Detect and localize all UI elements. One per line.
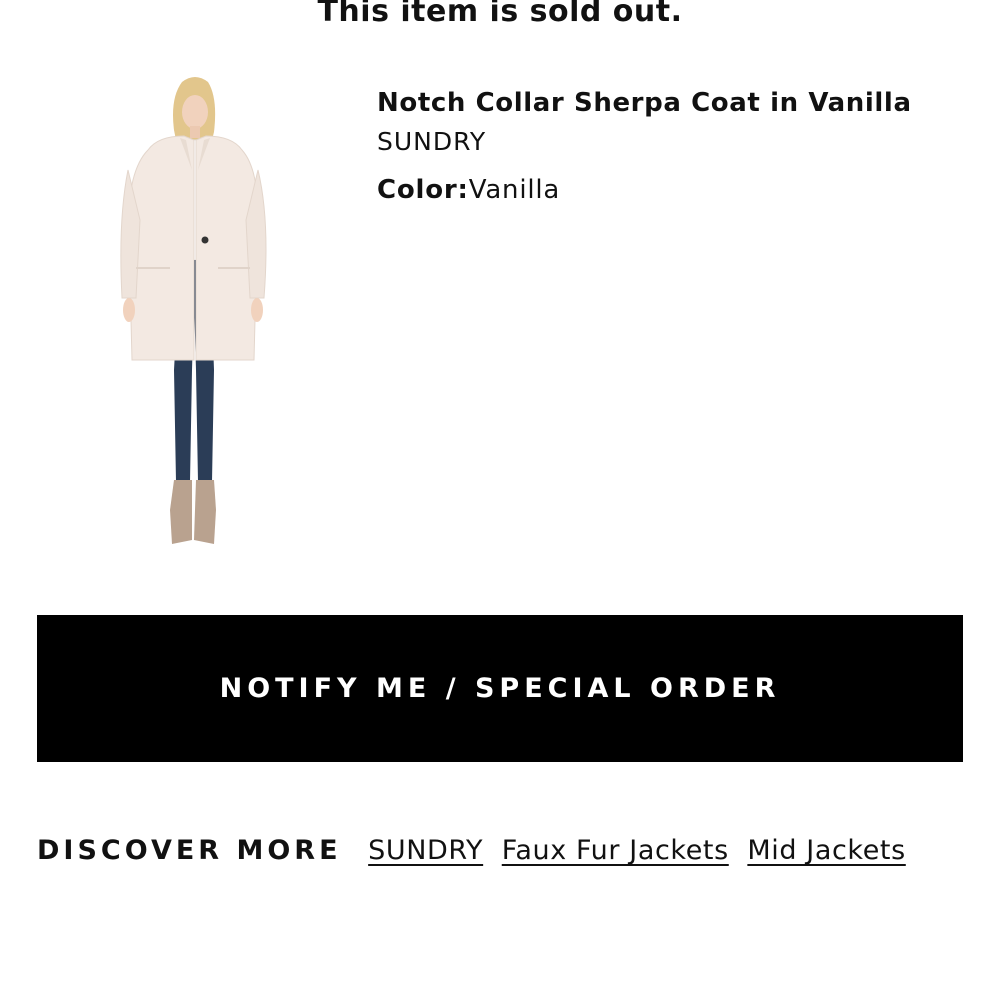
model-illustration [120, 77, 267, 544]
discover-more-label: DISCOVER MORE [37, 835, 342, 866]
color-label: Color: [377, 175, 469, 205]
discover-link-faux-fur-jackets[interactable]: Faux Fur Jackets [502, 835, 729, 866]
product-image[interactable] [100, 70, 280, 565]
discover-more-section: DISCOVER MORE SUNDRY Faux Fur Jackets Mi… [37, 815, 937, 887]
discover-link-sundry[interactable]: SUNDRY [368, 835, 483, 866]
product-brand[interactable]: SUNDRY [377, 122, 977, 162]
sold-out-banner: This item is sold out. [317, 0, 683, 29]
product-info: Notch Collar Sherpa Coat in Vanilla SUND… [377, 84, 977, 212]
product-title: Notch Collar Sherpa Coat in Vanilla [377, 88, 912, 118]
discover-link-mid-jackets[interactable]: Mid Jackets [747, 835, 905, 866]
product-color: Color:Vanilla [377, 168, 977, 212]
notify-me-button[interactable]: NOTIFY ME / SPECIAL ORDER [37, 615, 963, 762]
color-value: Vanilla [468, 175, 561, 205]
